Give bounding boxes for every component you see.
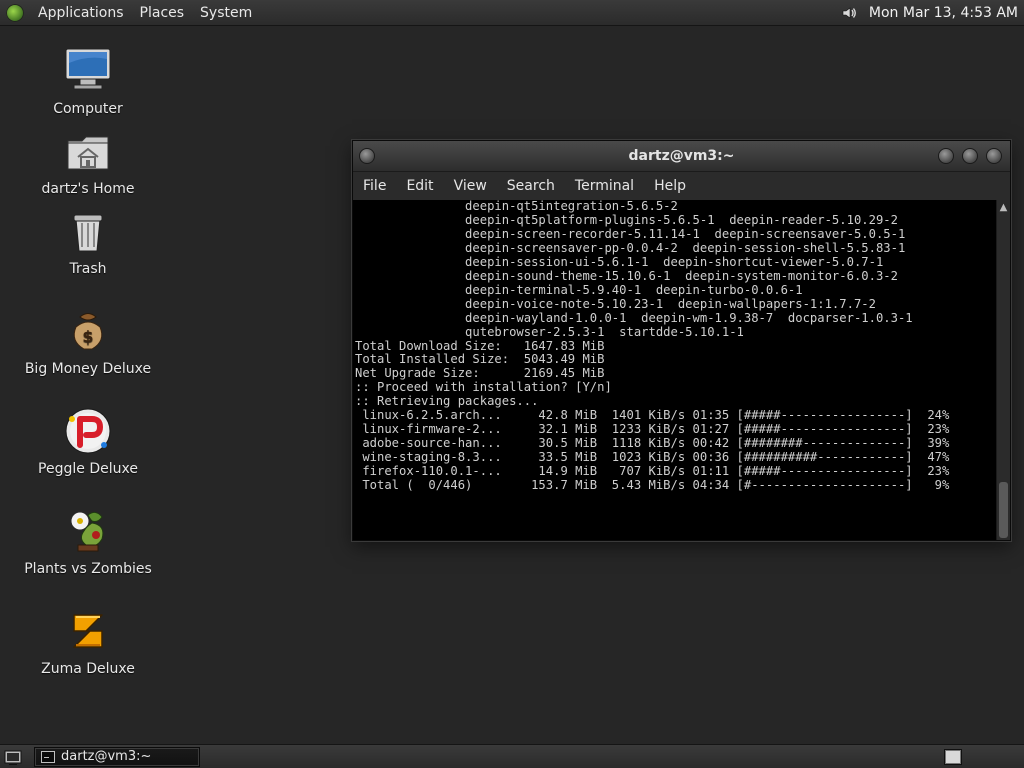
desktop-icon-plants-vs-zombies[interactable]: Plants vs Zombies: [18, 505, 158, 577]
scroll-up-icon[interactable]: ▲: [997, 200, 1010, 216]
terminal-icon: [41, 750, 55, 763]
volume-icon[interactable]: [841, 4, 859, 22]
desktop-icon-trash[interactable]: Trash: [18, 205, 158, 277]
money-bag-icon: $: [62, 305, 114, 357]
terminal-line: deepin-wayland-1.0.0-1 deepin-wm-1.9.38-…: [355, 310, 913, 325]
terminal-line: deepin-qt5integration-5.6.5-2: [355, 200, 678, 213]
desktop-icon-computer[interactable]: Computer: [18, 45, 158, 117]
terminal-line: :: Retrieving packages...: [355, 394, 539, 409]
menu-view[interactable]: View: [444, 178, 497, 194]
terminal-line: Total Download Size: 1647.83 MiB: [355, 338, 605, 353]
applications-menu[interactable]: Applications: [30, 0, 132, 25]
terminal-line: Total Installed Size: 5043.49 MiB: [355, 352, 605, 367]
taskbar-terminal-button[interactable]: dartz@vm3:~: [34, 746, 200, 767]
terminal-line: deepin-qt5platform-plugins-5.6.5-1 deepi…: [355, 212, 898, 227]
menu-edit[interactable]: Edit: [396, 178, 443, 194]
terminal-output[interactable]: deepin-qt5integration-5.6.5-2 deepin-qt5…: [353, 200, 996, 540]
terminal-window[interactable]: dartz@vm3:~ File Edit View Search Termin…: [352, 140, 1011, 541]
desktop-icon-label: Peggle Deluxe: [38, 461, 138, 477]
terminal-line: deepin-screensaver-pp-0.0.4-2 deepin-ses…: [355, 240, 906, 255]
desktop-icon-label: dartz's Home: [41, 181, 135, 197]
close-button[interactable]: [986, 148, 1002, 164]
workspace-1[interactable]: [945, 749, 961, 764]
computer-icon: [62, 45, 114, 97]
clock[interactable]: Mon Mar 13, 4:53 AM: [869, 5, 1018, 21]
svg-text:$: $: [82, 327, 93, 346]
terminal-scrollbar[interactable]: ▲: [996, 200, 1010, 540]
desktop-icon-label: Zuma Deluxe: [41, 661, 135, 677]
workspace-switcher[interactable]: [944, 748, 962, 765]
desktop-icon-peggle-deluxe[interactable]: Peggle Deluxe: [18, 405, 158, 477]
taskbar-terminal-label: dartz@vm3:~: [61, 749, 152, 764]
bottom-panel: dartz@vm3:~: [0, 744, 1024, 768]
places-menu[interactable]: Places: [132, 0, 193, 25]
plants-vs-zombies-icon: [62, 505, 114, 557]
desktop-icon-label: Plants vs Zombies: [24, 561, 152, 577]
terminal-line: deepin-sound-theme-15.10.6-1 deepin-syst…: [355, 268, 898, 283]
show-desktop-icon[interactable]: [2, 746, 24, 768]
terminal-line: deepin-screen-recorder-5.11.14-1 deepin-…: [355, 226, 906, 241]
app-menu-logo-icon[interactable]: [6, 3, 24, 22]
top-panel-right: Mon Mar 13, 4:53 AM: [841, 4, 1024, 22]
desktop-icon-home[interactable]: dartz's Home: [18, 125, 158, 197]
terminal-line: deepin-session-ui-5.6.1-1 deepin-shortcu…: [355, 254, 884, 269]
terminal-line: qutebrowser-2.5.3-1 startdde-5.10.1-1: [355, 324, 744, 339]
terminal-line: wine-staging-8.3... 33.5 MiB 1023 KiB/s …: [355, 450, 950, 465]
terminal-line: deepin-voice-note-5.10.23-1 deepin-wallp…: [355, 296, 876, 311]
menu-file[interactable]: File: [353, 178, 396, 194]
system-menu[interactable]: System: [192, 0, 260, 25]
terminal-menubar: File Edit View Search Terminal Help: [353, 172, 1010, 201]
desktop-icon-zuma-deluxe[interactable]: Zuma Deluxe: [18, 605, 158, 677]
menu-help[interactable]: Help: [644, 178, 696, 194]
minimize-button[interactable]: [938, 148, 954, 164]
scroll-thumb[interactable]: [999, 482, 1008, 538]
trash-icon: [62, 205, 114, 257]
desktop-icon-label: Big Money Deluxe: [24, 361, 152, 377]
home-folder-icon: [62, 125, 114, 177]
terminal-title: dartz@vm3:~: [628, 148, 735, 164]
zuma-icon: [62, 605, 114, 657]
maximize-button[interactable]: [962, 148, 978, 164]
desktop-icon-label: Trash: [69, 261, 107, 277]
desktop-icon-big-money-deluxe[interactable]: $ Big Money Deluxe: [18, 305, 158, 377]
terminal-line: adobe-source-han... 30.5 MiB 1118 KiB/s …: [355, 436, 950, 451]
menu-terminal[interactable]: Terminal: [565, 178, 644, 194]
terminal-titlebar[interactable]: dartz@vm3:~: [353, 141, 1010, 172]
terminal-line: Net Upgrade Size: 2169.45 MiB: [355, 366, 605, 381]
top-panel-left: Applications Places System: [0, 0, 260, 25]
desktop-icon-label: Computer: [53, 101, 123, 117]
top-panel: Applications Places System Mon Mar 13, 4…: [0, 0, 1024, 26]
terminal-line: :: Proceed with installation? [Y/n]: [355, 380, 612, 395]
terminal-line: deepin-terminal-5.9.40-1 deepin-turbo-0.…: [355, 282, 803, 297]
terminal-line: linux-6.2.5.arch... 42.8 MiB 1401 KiB/s …: [355, 408, 950, 423]
menu-search[interactable]: Search: [497, 178, 565, 194]
peggle-icon: [62, 405, 114, 457]
terminal-line: Total ( 0/446) 153.7 MiB 5.43 MiB/s 04:3…: [355, 478, 950, 493]
terminal-line: linux-firmware-2... 32.1 MiB 1233 KiB/s …: [355, 422, 950, 437]
terminal-line: firefox-110.0.1-... 14.9 MiB 707 KiB/s 0…: [355, 464, 950, 479]
